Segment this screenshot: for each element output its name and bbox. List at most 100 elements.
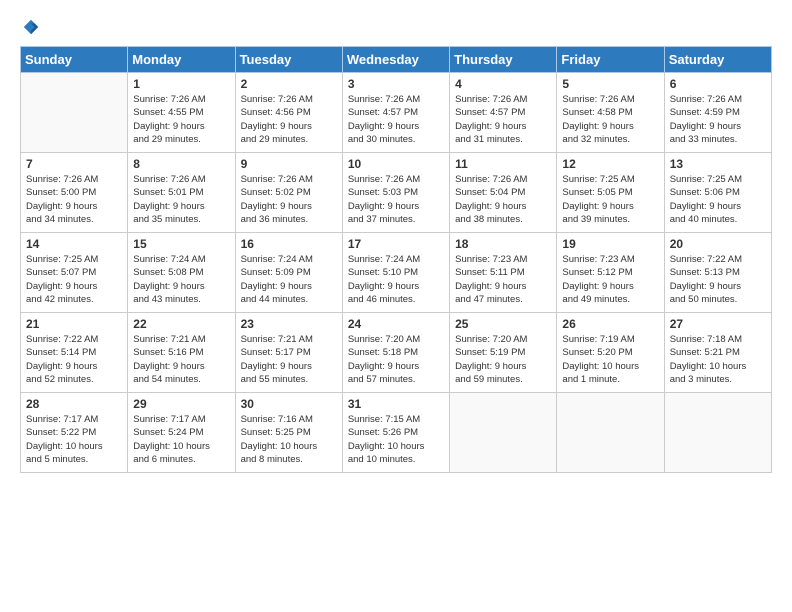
calendar-cell: 24 Sunrise: 7:20 AM Sunset: 5:18 PM Dayli…: [342, 313, 449, 393]
header-friday: Friday: [557, 47, 664, 73]
day-number: 3: [348, 77, 444, 91]
day-info: Sunrise: 7:26 AM Sunset: 4:57 PM Dayligh…: [455, 93, 551, 146]
header-sunday: Sunday: [21, 47, 128, 73]
calendar-cell: 13 Sunrise: 7:25 AM Sunset: 5:06 PM Dayli…: [664, 153, 771, 233]
day-info: Sunrise: 7:26 AM Sunset: 4:59 PM Dayligh…: [670, 93, 766, 146]
day-number: 29: [133, 397, 229, 411]
day-info: Sunrise: 7:24 AM Sunset: 5:10 PM Dayligh…: [348, 253, 444, 306]
calendar-cell: 17 Sunrise: 7:24 AM Sunset: 5:10 PM Dayli…: [342, 233, 449, 313]
calendar-week-4: 21 Sunrise: 7:22 AM Sunset: 5:14 PM Dayli…: [21, 313, 772, 393]
calendar-week-1: 1 Sunrise: 7:26 AM Sunset: 4:55 PM Daylig…: [21, 73, 772, 153]
calendar-cell: 18 Sunrise: 7:23 AM Sunset: 5:11 PM Dayli…: [450, 233, 557, 313]
calendar-cell: 22 Sunrise: 7:21 AM Sunset: 5:16 PM Dayli…: [128, 313, 235, 393]
calendar-cell: 16 Sunrise: 7:24 AM Sunset: 5:09 PM Dayli…: [235, 233, 342, 313]
logo: [20, 18, 40, 36]
day-number: 8: [133, 157, 229, 171]
day-info: Sunrise: 7:21 AM Sunset: 5:16 PM Dayligh…: [133, 333, 229, 386]
calendar-cell: [557, 393, 664, 473]
header-wednesday: Wednesday: [342, 47, 449, 73]
day-number: 2: [241, 77, 337, 91]
calendar-cell: 11 Sunrise: 7:26 AM Sunset: 5:04 PM Dayli…: [450, 153, 557, 233]
day-number: 30: [241, 397, 337, 411]
day-info: Sunrise: 7:25 AM Sunset: 5:06 PM Dayligh…: [670, 173, 766, 226]
day-info: Sunrise: 7:26 AM Sunset: 4:56 PM Dayligh…: [241, 93, 337, 146]
day-number: 24: [348, 317, 444, 331]
day-info: Sunrise: 7:26 AM Sunset: 5:03 PM Dayligh…: [348, 173, 444, 226]
calendar-cell: 1 Sunrise: 7:26 AM Sunset: 4:55 PM Daylig…: [128, 73, 235, 153]
day-info: Sunrise: 7:26 AM Sunset: 4:57 PM Dayligh…: [348, 93, 444, 146]
calendar-cell: 19Sunrise: 7:23 AM Sunset: 5:12 PM Dayli…: [557, 233, 664, 313]
day-info: Sunrise: 7:26 AM Sunset: 4:58 PM Dayligh…: [562, 93, 658, 146]
calendar-cell: 8 Sunrise: 7:26 AM Sunset: 5:01 PM Daylig…: [128, 153, 235, 233]
calendar-header-row: SundayMondayTuesdayWednesdayThursdayFrid…: [21, 47, 772, 73]
day-number: 4: [455, 77, 551, 91]
day-info: Sunrise: 7:20 AM Sunset: 5:19 PM Dayligh…: [455, 333, 551, 386]
header-saturday: Saturday: [664, 47, 771, 73]
day-info: Sunrise: 7:26 AM Sunset: 5:00 PM Dayligh…: [26, 173, 122, 226]
day-info: Sunrise: 7:16 AM Sunset: 5:25 PM Dayligh…: [241, 413, 337, 466]
day-info: Sunrise: 7:26 AM Sunset: 5:04 PM Dayligh…: [455, 173, 551, 226]
calendar-cell: 25Sunrise: 7:20 AM Sunset: 5:19 PM Dayli…: [450, 313, 557, 393]
day-number: 13: [670, 157, 766, 171]
calendar: SundayMondayTuesdayWednesdayThursdayFrid…: [20, 46, 772, 473]
page: SundayMondayTuesdayWednesdayThursdayFrid…: [0, 0, 792, 483]
day-number: 7: [26, 157, 122, 171]
calendar-cell: 2 Sunrise: 7:26 AM Sunset: 4:56 PM Daylig…: [235, 73, 342, 153]
day-info: Sunrise: 7:26 AM Sunset: 5:01 PM Dayligh…: [133, 173, 229, 226]
day-info: Sunrise: 7:18 AM Sunset: 5:21 PM Dayligh…: [670, 333, 766, 386]
header: [20, 18, 772, 36]
calendar-cell: 5Sunrise: 7:26 AM Sunset: 4:58 PM Daylig…: [557, 73, 664, 153]
day-number: 9: [241, 157, 337, 171]
day-number: 20: [670, 237, 766, 251]
calendar-cell: [21, 73, 128, 153]
day-number: 27: [670, 317, 766, 331]
day-info: Sunrise: 7:24 AM Sunset: 5:09 PM Dayligh…: [241, 253, 337, 306]
day-info: Sunrise: 7:22 AM Sunset: 5:13 PM Dayligh…: [670, 253, 766, 306]
header-monday: Monday: [128, 47, 235, 73]
calendar-cell: 20 Sunrise: 7:22 AM Sunset: 5:13 PM Dayli…: [664, 233, 771, 313]
day-info: Sunrise: 7:26 AM Sunset: 4:55 PM Dayligh…: [133, 93, 229, 146]
day-number: 17: [348, 237, 444, 251]
day-info: Sunrise: 7:20 AM Sunset: 5:18 PM Dayligh…: [348, 333, 444, 386]
day-number: 28: [26, 397, 122, 411]
calendar-cell: 15Sunrise: 7:24 AM Sunset: 5:08 PM Dayli…: [128, 233, 235, 313]
calendar-cell: 14Sunrise: 7:25 AM Sunset: 5:07 PM Dayli…: [21, 233, 128, 313]
day-number: 11: [455, 157, 551, 171]
calendar-cell: 29 Sunrise: 7:17 AM Sunset: 5:24 PM Dayli…: [128, 393, 235, 473]
day-info: Sunrise: 7:17 AM Sunset: 5:24 PM Dayligh…: [133, 413, 229, 466]
day-number: 1: [133, 77, 229, 91]
day-number: 15: [133, 237, 229, 251]
calendar-cell: [664, 393, 771, 473]
day-number: 6: [670, 77, 766, 91]
day-info: Sunrise: 7:23 AM Sunset: 5:11 PM Dayligh…: [455, 253, 551, 306]
calendar-cell: 6 Sunrise: 7:26 AM Sunset: 4:59 PM Daylig…: [664, 73, 771, 153]
day-info: Sunrise: 7:25 AM Sunset: 5:05 PM Dayligh…: [562, 173, 658, 226]
calendar-cell: 26Sunrise: 7:19 AM Sunset: 5:20 PM Dayli…: [557, 313, 664, 393]
day-number: 19: [562, 237, 658, 251]
logo-icon: [22, 18, 40, 36]
day-number: 18: [455, 237, 551, 251]
day-number: 21: [26, 317, 122, 331]
calendar-cell: 30 Sunrise: 7:16 AM Sunset: 5:25 PM Dayli…: [235, 393, 342, 473]
day-info: Sunrise: 7:22 AM Sunset: 5:14 PM Dayligh…: [26, 333, 122, 386]
day-number: 16: [241, 237, 337, 251]
calendar-cell: 28 Sunrise: 7:17 AM Sunset: 5:22 PM Dayli…: [21, 393, 128, 473]
day-info: Sunrise: 7:17 AM Sunset: 5:22 PM Dayligh…: [26, 413, 122, 466]
day-number: 31: [348, 397, 444, 411]
calendar-cell: 10Sunrise: 7:26 AM Sunset: 5:03 PM Dayli…: [342, 153, 449, 233]
calendar-week-2: 7 Sunrise: 7:26 AM Sunset: 5:00 PM Daylig…: [21, 153, 772, 233]
calendar-cell: 4 Sunrise: 7:26 AM Sunset: 4:57 PM Daylig…: [450, 73, 557, 153]
calendar-cell: 7 Sunrise: 7:26 AM Sunset: 5:00 PM Daylig…: [21, 153, 128, 233]
calendar-cell: 9Sunrise: 7:26 AM Sunset: 5:02 PM Daylig…: [235, 153, 342, 233]
day-number: 14: [26, 237, 122, 251]
header-thursday: Thursday: [450, 47, 557, 73]
day-info: Sunrise: 7:21 AM Sunset: 5:17 PM Dayligh…: [241, 333, 337, 386]
calendar-cell: 31 Sunrise: 7:15 AM Sunset: 5:26 PM Dayli…: [342, 393, 449, 473]
calendar-cell: 12 Sunrise: 7:25 AM Sunset: 5:05 PM Dayli…: [557, 153, 664, 233]
day-info: Sunrise: 7:15 AM Sunset: 5:26 PM Dayligh…: [348, 413, 444, 466]
day-number: 22: [133, 317, 229, 331]
day-number: 26: [562, 317, 658, 331]
day-number: 12: [562, 157, 658, 171]
calendar-cell: 23Sunrise: 7:21 AM Sunset: 5:17 PM Dayli…: [235, 313, 342, 393]
header-tuesday: Tuesday: [235, 47, 342, 73]
